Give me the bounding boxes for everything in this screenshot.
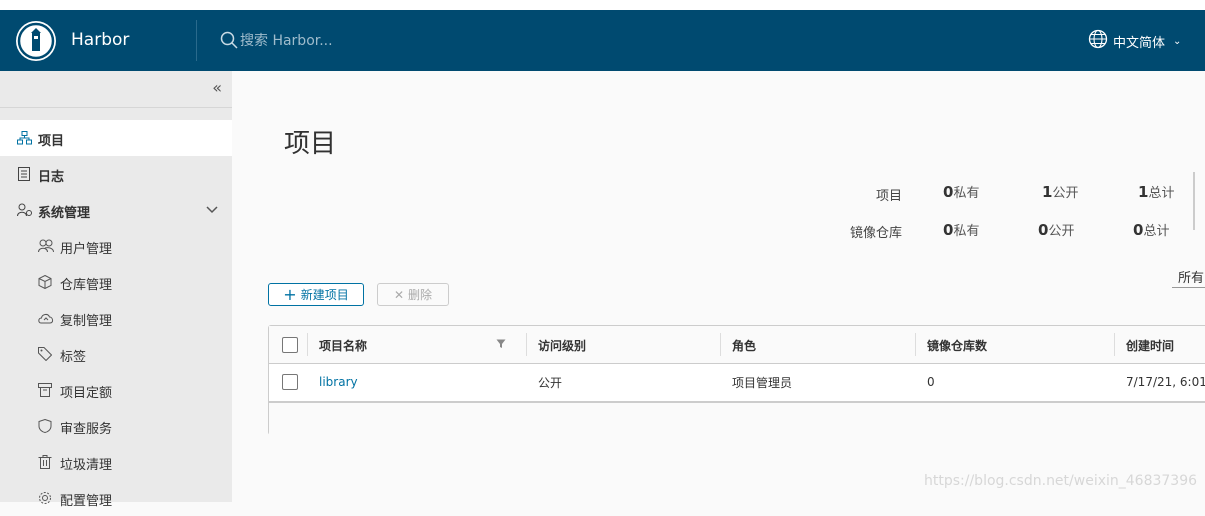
sidebar-item-label: 日志 (38, 170, 65, 185)
sidebar-item-label: 用户管理 (60, 242, 113, 257)
stat-repos-private: 0私有 (943, 221, 980, 239)
stats-divider (1193, 172, 1195, 230)
gear-icon (38, 491, 52, 509)
column-separator (1114, 333, 1115, 356)
close-icon: ✕ (393, 287, 405, 302)
sidebar-item-label: 复制管理 (60, 314, 113, 329)
select-all-checkbox[interactable] (282, 337, 298, 353)
repo-count-cell: 0 (927, 375, 935, 389)
filter-icon[interactable] (496, 338, 506, 352)
sidebar-item-quotas[interactable]: 项目定额 (0, 372, 232, 408)
row-checkbox[interactable] (282, 374, 298, 390)
role-cell: 项目管理员 (732, 376, 793, 390)
admin-icon (17, 203, 33, 221)
table-row[interactable]: library 公开 项目管理员 0 7/17/21, 6:01 (269, 363, 1205, 402)
sidebar-item-label: 标签 (60, 350, 87, 365)
sidebar-item-label: 系统管理 (38, 206, 91, 221)
brand-name[interactable]: Harbor (71, 30, 129, 50)
sidebar-item-replication[interactable]: 复制管理 (0, 300, 232, 336)
registry-icon (38, 274, 52, 293)
stat-label-repositories: 镜像仓库 (849, 226, 902, 241)
sidebar-item-label: 配置管理 (60, 494, 113, 509)
watermark: https://blog.csdn.net/weixin_46837396 (924, 473, 1198, 489)
sidebar-collapse-button[interactable]: « (0, 71, 232, 108)
sidebar-item-registries[interactable]: 仓库管理 (0, 264, 232, 300)
app-header: Harbor 中文简体 ⌄ (0, 10, 1205, 71)
access-level-cell: 公开 (538, 376, 563, 390)
projects-icon (17, 131, 32, 149)
column-separator (915, 333, 916, 356)
sidebar: « 项目 日志 系统管理 用户管理 仓库管理 复制管理 标签 项目定额 审查服务… (0, 71, 232, 509)
browser-top-strip (0, 0, 1205, 10)
plus-icon: + (283, 284, 297, 304)
delete-button[interactable]: ✕ 删除 (377, 283, 449, 306)
chevron-down-icon: ⌄ (1173, 35, 1182, 47)
project-name-link[interactable]: library (319, 375, 358, 389)
sidebar-item-users[interactable]: 用户管理 (0, 228, 232, 264)
column-header-repo-count[interactable]: 镜像仓库数 (927, 337, 987, 354)
stat-repos-public: 0公开 (1038, 221, 1075, 239)
project-filter-select[interactable]: 所有 (1172, 264, 1205, 288)
chevron-down-icon (206, 203, 218, 218)
sidebar-item-admin[interactable]: 系统管理 (0, 192, 232, 228)
projects-table: 项目名称 访问级别 角色 镜像仓库数 创建时间 library 公开 项目管理员… (268, 325, 1205, 437)
logs-icon (17, 167, 31, 185)
users-icon (38, 239, 54, 257)
quota-icon (38, 383, 52, 401)
column-header-role[interactable]: 角色 (732, 337, 756, 354)
created-time-cell: 7/17/21, 6:01 (1126, 375, 1205, 389)
stat-repos-total: 0总计 (1133, 221, 1170, 239)
shield-icon (38, 418, 52, 437)
sidebar-item-interrogation[interactable]: 审查服务 (0, 408, 232, 444)
sidebar-item-projects[interactable]: 项目 (0, 120, 232, 156)
tag-icon (38, 347, 53, 365)
stat-projects-private: 0私有 (943, 183, 980, 201)
language-selector[interactable]: 中文简体 ⌄ (1088, 29, 1182, 53)
double-chevron-left-icon: « (212, 78, 222, 97)
column-separator (720, 333, 721, 356)
trash-icon (38, 455, 52, 473)
language-label: 中文简体 (1113, 35, 1166, 51)
sidebar-item-tags[interactable]: 标签 (0, 336, 232, 372)
sidebar-item-gc[interactable]: 垃圾清理 (0, 444, 232, 480)
sidebar-item-label: 审查服务 (60, 422, 113, 437)
harbor-logo-icon[interactable] (16, 21, 56, 61)
column-separator (307, 333, 308, 356)
stat-label-projects: 项目 (875, 189, 902, 204)
sidebar-item-label: 仓库管理 (60, 278, 113, 293)
column-separator (526, 333, 527, 356)
search-icon (220, 31, 238, 53)
header-divider (196, 20, 197, 61)
new-project-button[interactable]: + 新建项目 (268, 283, 364, 306)
sidebar-item-logs[interactable]: 日志 (0, 156, 232, 192)
search-input[interactable] (240, 30, 440, 52)
column-header-name[interactable]: 项目名称 (319, 337, 367, 354)
column-header-access[interactable]: 访问级别 (538, 337, 586, 354)
sidebar-item-configuration[interactable]: 配置管理 (0, 480, 232, 516)
sidebar-item-label: 项目定额 (60, 386, 113, 401)
sidebar-item-label: 垃圾清理 (60, 458, 113, 473)
globe-icon (1088, 29, 1108, 53)
column-header-created[interactable]: 创建时间 (1126, 337, 1174, 354)
stat-projects-public: 1公开 (1042, 183, 1079, 201)
replication-icon (38, 311, 54, 329)
sidebar-item-label: 项目 (38, 134, 65, 149)
stat-projects-total: 1总计 (1138, 183, 1175, 201)
page-title: 项目 (284, 129, 337, 159)
table-header: 项目名称 访问级别 角色 镜像仓库数 创建时间 (269, 326, 1205, 364)
table-footer (269, 402, 1205, 437)
